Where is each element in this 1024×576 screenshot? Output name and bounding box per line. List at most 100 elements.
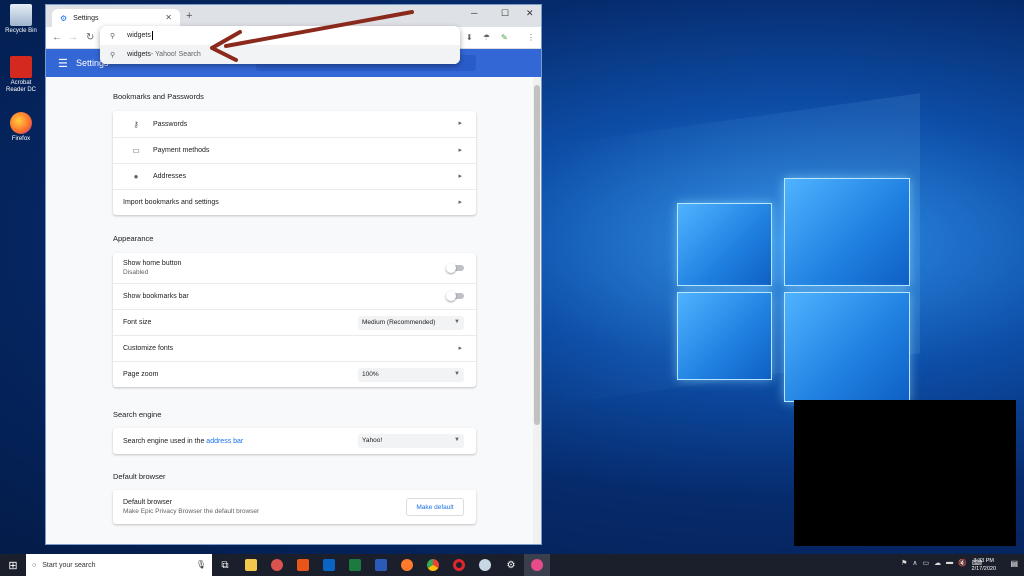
microphone-icon[interactable]: 🎙	[196, 560, 206, 569]
dropdown-arrow-icon: ▼	[454, 371, 460, 377]
gear-icon: ⚙	[60, 13, 68, 23]
section-title-bookmarks: Bookmarks and Passwords	[113, 92, 204, 101]
app-red-icon[interactable]	[264, 554, 290, 576]
wallpaper-pane-4	[784, 292, 910, 402]
title-bar: ⚙ Settings ✕ + ─ ☐ ✕	[46, 5, 541, 27]
text-caret	[151, 31, 153, 40]
scrollbar-thumb[interactable]	[534, 85, 540, 425]
browser-window: ⚙ Settings ✕ + ─ ☐ ✕ ← → ↻ ⬇ ☂ ✎ ⋮ ☰ Set…	[45, 4, 542, 545]
omnibox-input[interactable]: ⚲ widgets	[100, 26, 460, 45]
epic-browser-icon[interactable]	[524, 554, 550, 576]
omnibox-dropdown: ⚲ widgets ⚲ widgets - Yahoo! Search	[100, 26, 460, 64]
wallpaper-pane-3	[677, 292, 772, 380]
chevron-up-icon[interactable]: ∧	[912, 559, 917, 567]
card-search-engine: Search engine used in the address bar Ya…	[113, 428, 476, 454]
word-icon[interactable]	[368, 554, 394, 576]
section-title-search-engine: Search engine	[113, 410, 162, 419]
home-button-toggle[interactable]	[446, 263, 464, 273]
opera-icon[interactable]	[446, 554, 472, 576]
minimize-button[interactable]: ─	[471, 8, 477, 18]
acrobat-icon	[10, 56, 32, 78]
desktop-icon-firefox[interactable]: Firefox	[2, 112, 40, 143]
search-icon: ⚲	[110, 51, 116, 59]
section-title-default-browser: Default browser	[113, 472, 166, 481]
address-bar-link[interactable]: address bar	[206, 438, 243, 445]
chevron-right-icon: ▸	[458, 199, 462, 206]
chevron-right-icon: ▸	[458, 120, 462, 127]
task-view-icon[interactable]: ⧉	[212, 554, 238, 576]
row-customize-fonts[interactable]: Customize fonts ▸	[113, 335, 476, 361]
row-addresses[interactable]: ● Addresses ▸	[113, 163, 476, 189]
umbrella-icon[interactable]: ☂	[483, 33, 490, 42]
chrome-icon[interactable]	[420, 554, 446, 576]
network-icon[interactable]: ▭	[923, 559, 930, 567]
people-icon[interactable]: ⚑	[901, 559, 907, 567]
clock[interactable]: 3:33 PM 2/17/2020	[972, 557, 996, 573]
page-zoom-select[interactable]: 100% ▼	[358, 368, 464, 382]
firefox-taskbar-icon[interactable]	[394, 554, 420, 576]
row-search-engine: Search engine used in the address bar Ya…	[113, 428, 476, 454]
chevron-right-icon: ▸	[458, 173, 462, 180]
search-icon: ⚲	[110, 32, 116, 40]
volume-mute-icon[interactable]: 🔇	[958, 559, 967, 567]
search-icon: ○	[32, 561, 37, 569]
credit-card-icon: ▭	[132, 146, 140, 155]
reload-icon[interactable]: ↻	[86, 32, 94, 43]
battery-icon[interactable]: ▬	[946, 559, 953, 567]
black-rectangle	[794, 400, 1016, 546]
onedrive-icon[interactable]: ☁	[934, 559, 941, 567]
excel-icon[interactable]	[342, 554, 368, 576]
location-pin-icon: ●	[133, 172, 139, 181]
make-default-button[interactable]: Make default	[406, 498, 464, 516]
chevron-right-icon: ▸	[458, 147, 462, 154]
file-explorer-icon[interactable]	[238, 554, 264, 576]
search-engine-select[interactable]: Yahoo! ▼	[358, 434, 464, 448]
omnibox-suggestion[interactable]: ⚲ widgets - Yahoo! Search	[100, 45, 460, 64]
row-bookmarks-bar[interactable]: Show bookmarks bar	[113, 283, 476, 309]
row-page-zoom: Page zoom 100% ▼	[113, 361, 476, 387]
download-icon[interactable]: ⬇	[466, 33, 473, 42]
settings-gear-icon[interactable]: ⚙	[498, 554, 524, 576]
dropdown-arrow-icon: ▼	[454, 437, 460, 443]
desktop-icon-recycle-bin[interactable]: Recycle Bin	[2, 4, 40, 35]
section-title-appearance: Appearance	[113, 234, 154, 243]
desktop-icon-acrobat[interactable]: Acrobat Reader DC	[2, 56, 40, 94]
maximize-button[interactable]: ☐	[501, 8, 509, 19]
close-window-button[interactable]: ✕	[526, 8, 534, 19]
new-tab-button[interactable]: +	[186, 10, 192, 22]
taskbar: ⊞ ○ Start your search 🎙 ⧉ ⚙ ⚑ ∧ ▭ ☁ ▬ 🔇 …	[0, 554, 1024, 576]
forward-icon[interactable]: →	[68, 32, 78, 43]
bookmarks-bar-toggle[interactable]	[446, 291, 464, 301]
taskbar-search[interactable]: ○ Start your search 🎙	[26, 554, 212, 576]
system-tray: ⚑ ∧ ▭ ☁ ▬ 🔇 ⌨	[901, 559, 982, 567]
card-bookmarks: ⚷ Passwords ▸ ▭ Payment methods ▸ ● Addr…	[113, 111, 476, 215]
extension-icon[interactable]: ✎	[501, 33, 508, 42]
back-icon[interactable]: ←	[52, 32, 62, 43]
tab-settings[interactable]: ⚙ Settings ✕	[52, 9, 180, 27]
card-default-browser: Default browser Make Epic Privacy Browse…	[113, 490, 476, 524]
font-size-select[interactable]: Medium (Recommended) ▼	[358, 316, 464, 330]
hamburger-icon[interactable]: ☰	[58, 57, 68, 70]
outlook-icon[interactable]	[316, 554, 342, 576]
dropdown-arrow-icon: ▼	[454, 319, 460, 325]
wallpaper-pane-1	[677, 203, 772, 286]
firefox-icon	[10, 112, 32, 134]
row-passwords[interactable]: ⚷ Passwords ▸	[113, 111, 476, 137]
windows-start-icon[interactable]: ⊞	[0, 554, 26, 576]
wallpaper-pane-2	[784, 178, 910, 286]
notification-icon[interactable]: ▤	[1010, 559, 1018, 568]
card-appearance: Show home button Disabled Show bookmarks…	[113, 253, 476, 387]
office-icon[interactable]	[290, 554, 316, 576]
settings-content: Bookmarks and Passwords ⚷ Passwords ▸ ▭ …	[46, 77, 535, 544]
chevron-right-icon: ▸	[458, 345, 462, 352]
scrollbar[interactable]	[533, 77, 541, 544]
row-import-bookmarks[interactable]: Import bookmarks and settings ▸	[113, 189, 476, 215]
app-cloud-icon[interactable]	[472, 554, 498, 576]
key-icon: ⚷	[133, 119, 139, 129]
menu-icon[interactable]: ⋮	[527, 33, 535, 42]
row-font-size: Font size Medium (Recommended) ▼	[113, 309, 476, 335]
close-tab-icon[interactable]: ✕	[165, 13, 172, 22]
recycle-bin-icon	[10, 4, 32, 26]
row-home-button[interactable]: Show home button Disabled	[113, 253, 476, 283]
row-payment-methods[interactable]: ▭ Payment methods ▸	[113, 137, 476, 163]
